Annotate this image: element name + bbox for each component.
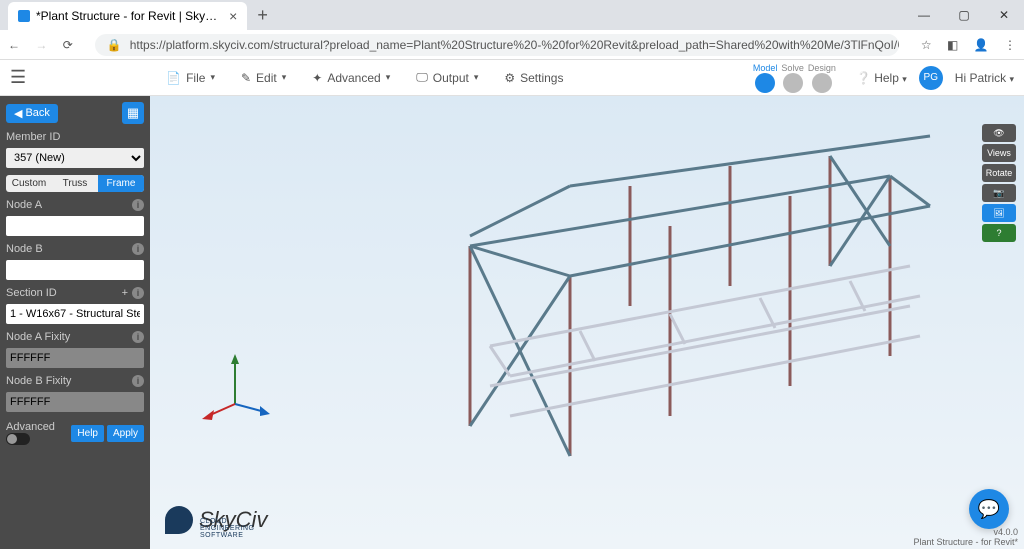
file-icon: 📄	[166, 71, 181, 85]
url-text: https://platform.skyciv.com/structural?p…	[130, 38, 899, 52]
browser-address-bar: ← → ⟳ 🔒 https://platform.skyciv.com/stru…	[0, 30, 1024, 60]
back-button[interactable]: ◀ Back	[6, 104, 58, 123]
monitor-icon: 🖵	[416, 70, 428, 85]
datasheet-button[interactable]: ▦	[122, 102, 144, 124]
node-b-fixity-label: Node B Fixity	[6, 375, 71, 387]
node-a-fixity-input[interactable]	[6, 348, 144, 368]
member-id-label: Member ID	[6, 131, 144, 143]
edit-menu[interactable]: ✎Edit▾	[241, 71, 286, 85]
version-label: v4.0.0	[913, 527, 1018, 537]
favicon	[18, 10, 30, 22]
node-a-input[interactable]	[6, 216, 144, 236]
section-id-input[interactable]	[6, 304, 144, 324]
app-toolbar: ☰ 📄File▾ ✎Edit▾ ✦Advanced▾ 🖵Output▾ ⚙Set…	[0, 60, 1024, 96]
file-menu[interactable]: 📄File▾	[166, 71, 215, 85]
magic-icon: ✦	[312, 71, 322, 85]
window-maximize-button[interactable]: ▢	[944, 0, 984, 30]
axis-gizmo	[200, 354, 270, 429]
gallery-button[interactable]: 🖼	[982, 204, 1016, 222]
apply-button[interactable]: Apply	[107, 425, 144, 442]
new-tab-button[interactable]: +	[247, 5, 278, 26]
viewport-tools: 👁 Views Rotate 📷 🖼 ?	[982, 124, 1016, 242]
advanced-toggle[interactable]	[6, 433, 30, 445]
project-name: Plant Structure - for Revit*	[913, 537, 1018, 547]
info-icon[interactable]: i	[132, 331, 144, 343]
window-close-button[interactable]: ✕	[984, 0, 1024, 30]
help-menu[interactable]: ❔ Help ▾	[856, 71, 907, 85]
settings-menu[interactable]: ⚙Settings	[504, 71, 563, 85]
workflow-design[interactable]: Design	[808, 63, 836, 93]
workflow-solve[interactable]: Solve	[781, 63, 804, 93]
info-icon[interactable]: i	[132, 199, 144, 211]
node-b-label: Node B	[6, 243, 43, 255]
user-menu[interactable]: Hi Patrick ▾	[955, 71, 1014, 85]
info-icon[interactable]: i	[132, 243, 144, 255]
avatar[interactable]: PG	[919, 66, 943, 90]
chat-button[interactable]: 💬	[969, 489, 1009, 529]
forward-icon[interactable]: →	[35, 38, 47, 52]
brand-logo: SkyCiv CLOUD ENGINEERING SOFTWARE	[165, 506, 267, 534]
window-minimize-button[interactable]: —	[904, 0, 944, 30]
tab-truss[interactable]: Truss	[52, 175, 98, 192]
url-field[interactable]: 🔒 https://platform.skyciv.com/structural…	[95, 34, 899, 56]
workflow-steps: Model Solve Design	[753, 63, 836, 93]
footer-info: v4.0.0 Plant Structure - for Revit*	[913, 527, 1018, 547]
model-viewport[interactable]: SkyCiv CLOUD ENGINEERING SOFTWARE 💬 v4.0…	[150, 96, 1024, 549]
profile-icon[interactable]: 👤	[974, 38, 989, 52]
output-menu[interactable]: 🖵Output▾	[416, 70, 478, 85]
tab-custom[interactable]: Custom	[6, 175, 52, 192]
plus-icon[interactable]: +	[122, 287, 128, 299]
visibility-button[interactable]: 👁	[982, 124, 1016, 142]
bookmark-icon[interactable]: ☆	[921, 38, 932, 52]
browser-menu-icon[interactable]: ⋮	[1004, 38, 1016, 52]
extension-icon[interactable]: ◧	[947, 38, 958, 52]
pencil-icon: ✎	[241, 71, 251, 85]
browser-tabstrip: *Plant Structure - for Revit | Sky… × + …	[0, 0, 1024, 30]
advanced-label: Advanced	[6, 421, 55, 433]
info-icon[interactable]: i	[132, 287, 144, 299]
node-a-label: Node A	[6, 199, 42, 211]
help-tool-button[interactable]: ?	[982, 224, 1016, 242]
help-button[interactable]: Help	[71, 425, 104, 442]
info-icon[interactable]: i	[132, 375, 144, 387]
rotate-button[interactable]: Rotate	[982, 164, 1016, 182]
gear-icon: ⚙	[504, 71, 515, 85]
camera-button[interactable]: 📷	[982, 184, 1016, 202]
properties-panel: ◀ Back ▦ Member ID 357 (New) Custom Trus…	[0, 96, 150, 549]
close-icon[interactable]: ×	[229, 8, 237, 24]
reload-icon[interactable]: ⟳	[63, 38, 73, 52]
chat-icon: 💬	[978, 499, 1000, 520]
structural-model	[430, 126, 950, 466]
views-button[interactable]: Views	[982, 144, 1016, 162]
section-id-label: Section ID	[6, 287, 57, 299]
node-b-fixity-input[interactable]	[6, 392, 144, 412]
advanced-menu[interactable]: ✦Advanced▾	[312, 71, 390, 85]
back-icon[interactable]: ←	[8, 38, 20, 52]
node-b-input[interactable]	[6, 260, 144, 280]
member-id-select[interactable]: 357 (New)	[6, 148, 144, 168]
hamburger-icon[interactable]: ☰	[10, 67, 26, 88]
logo-tagline: CLOUD ENGINEERING SOFTWARE	[200, 518, 267, 539]
browser-tab[interactable]: *Plant Structure - for Revit | Sky… ×	[8, 2, 247, 30]
logo-icon	[165, 506, 193, 534]
node-a-fixity-label: Node A Fixity	[6, 331, 70, 343]
workflow-model[interactable]: Model	[753, 63, 778, 93]
member-type-tabs: Custom Truss Frame	[6, 175, 144, 192]
tab-frame[interactable]: Frame	[98, 175, 144, 192]
tab-title: *Plant Structure - for Revit | Sky…	[36, 9, 217, 23]
lock-icon: 🔒	[107, 38, 122, 52]
